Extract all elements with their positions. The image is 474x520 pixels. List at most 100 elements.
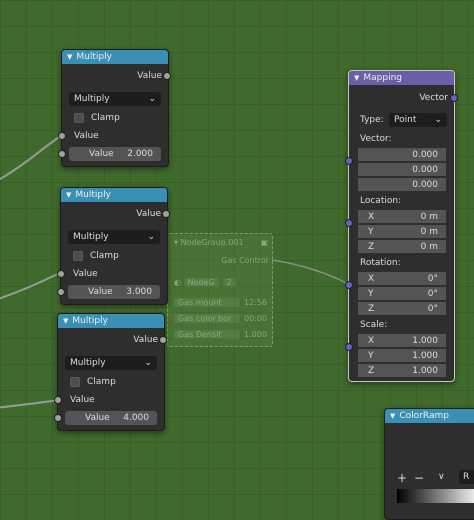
remove-stop-button[interactable]: − — [414, 471, 424, 485]
input-socket[interactable] — [345, 343, 353, 351]
ghost-input-value[interactable]: 12:56 — [244, 298, 267, 307]
ghost-datablock-name[interactable]: NodeG — [183, 277, 219, 287]
rotation-x-field[interactable]: X 0° — [358, 272, 446, 286]
axis-label: Z — [368, 365, 375, 376]
multiply-node-1[interactable]: ▼ Multiply Value Multiply ⌄ Clamp Value … — [58, 49, 171, 167]
node-header[interactable]: ▼ Multiply — [62, 50, 168, 64]
field-value: 0° — [427, 273, 438, 284]
type-dropdown[interactable]: Point ⌄ — [389, 113, 447, 127]
scale-x-field[interactable]: X 1.000 — [358, 334, 446, 348]
axis-label: Y — [368, 288, 374, 299]
node-group-ghost[interactable]: ▾ NodeGroup.001 ▣ Gas Control ◐ NodeG 2 … — [167, 233, 273, 347]
output-socket[interactable] — [162, 210, 170, 218]
rotation-z-field[interactable]: Z 0° — [358, 302, 446, 316]
clamp-checkbox[interactable]: Clamp — [70, 375, 158, 389]
input-label: Value — [70, 395, 95, 405]
location-x-field[interactable]: X 0 m — [358, 210, 446, 224]
operation-dropdown[interactable]: Multiply ⌄ — [65, 356, 157, 370]
color-ramp-gradient[interactable] — [397, 489, 474, 503]
axis-label: Z — [368, 303, 375, 314]
scale-z-field[interactable]: Z 1.000 — [358, 364, 446, 378]
chevron-down-icon[interactable]: ▼ — [390, 412, 395, 420]
node-title: Multiply — [75, 190, 111, 200]
input-socket[interactable] — [345, 281, 353, 289]
rotation-y-field[interactable]: Y 0° — [358, 287, 446, 301]
value-label: Value — [88, 287, 113, 297]
ghost-title: NodeGroup.001 — [180, 237, 244, 247]
operation-value: Multiply — [74, 94, 110, 104]
checkbox-icon[interactable] — [70, 377, 80, 387]
chevron-down-icon: ⌄ — [148, 94, 156, 104]
ghost-input-value[interactable]: 1.000 — [244, 330, 267, 339]
chevron-down-icon: ⌄ — [434, 115, 442, 125]
field-value: 0.000 — [412, 179, 438, 190]
add-stop-button[interactable]: + — [397, 471, 407, 485]
node-title: Multiply — [76, 52, 112, 62]
node-header[interactable]: ▼ ColorRamp — [385, 409, 474, 423]
ghost-output-label: Gas Control — [221, 255, 268, 265]
value-field[interactable]: Value 3.000 — [68, 285, 160, 299]
multiply-node-3[interactable]: ▼ Multiply Value Multiply ⌄ Clamp Value … — [54, 313, 167, 431]
input-socket[interactable] — [54, 414, 62, 422]
axis-label: Z — [368, 241, 375, 252]
operation-value: Multiply — [73, 232, 109, 242]
input-socket[interactable] — [58, 150, 66, 158]
clamp-checkbox[interactable]: Clamp — [74, 111, 162, 125]
input-socket[interactable] — [58, 132, 66, 140]
mapping-node[interactable]: ▼ Mapping Vector Type: Point ⌄ Vector: 0… — [345, 70, 458, 382]
value-field[interactable]: Value 4.000 — [65, 411, 157, 425]
input-socket[interactable] — [54, 396, 62, 404]
input-socket[interactable] — [57, 270, 65, 278]
chevron-down-icon[interactable]: ▼ — [354, 74, 359, 82]
node-group-icon: ▣ — [260, 237, 268, 247]
input-label: Value — [73, 269, 98, 279]
location-y-field[interactable]: Y 0 m — [358, 225, 446, 239]
axis-label: Y — [368, 350, 374, 361]
ghost-datablock[interactable]: ◐ NodeG 2 — [174, 276, 268, 288]
output-label: Value — [137, 71, 162, 81]
vector-y-field[interactable]: 0.000 — [358, 163, 446, 177]
input-socket[interactable] — [345, 219, 353, 227]
interpolation-dropdown[interactable]: R — [459, 470, 474, 484]
ghost-input-label: Gas Densit — [174, 329, 240, 339]
operation-value: Multiply — [70, 358, 106, 368]
operation-dropdown[interactable]: Multiply ⌄ — [68, 230, 160, 244]
ghost-input-label: Gas mount — [174, 297, 240, 307]
location-z-field[interactable]: Z 0 m — [358, 240, 446, 254]
value-field[interactable]: Value 2.000 — [69, 147, 161, 161]
node-title: ColorRamp — [399, 411, 449, 421]
ghost-input-value[interactable]: 00:00 — [244, 314, 267, 323]
chevron-down-icon[interactable]: ▼ — [66, 191, 71, 199]
node-header[interactable]: ▼ Multiply — [61, 188, 167, 202]
clamp-checkbox[interactable]: Clamp — [73, 249, 161, 263]
scale-y-field[interactable]: Y 1.000 — [358, 349, 446, 363]
value-label: Value — [89, 149, 114, 159]
input-socket[interactable] — [57, 288, 65, 296]
scale-label: Scale: — [360, 320, 388, 330]
multiply-node-2[interactable]: ▼ Multiply Value Multiply ⌄ Clamp Value … — [57, 187, 170, 305]
ghost-user-count: 2 — [222, 277, 236, 287]
operation-dropdown[interactable]: Multiply ⌄ — [69, 92, 161, 106]
chevron-down-icon[interactable]: ▼ — [63, 317, 68, 325]
output-socket[interactable] — [159, 336, 167, 344]
axis-label: X — [368, 211, 375, 222]
vector-x-field[interactable]: 0.000 — [358, 148, 446, 162]
vector-z-field[interactable]: 0.000 — [358, 178, 446, 192]
chevron-down-icon[interactable]: ∨ — [438, 472, 445, 482]
clamp-label: Clamp — [91, 113, 120, 123]
node-header[interactable]: ▼ Mapping — [349, 71, 454, 85]
checkbox-icon[interactable] — [74, 113, 84, 123]
field-value: 0° — [427, 303, 438, 314]
value-label: Value — [85, 413, 110, 423]
chevron-down-icon[interactable]: ▼ — [67, 53, 72, 61]
input-socket[interactable] — [345, 157, 353, 165]
field-value: 1.000 — [412, 365, 438, 376]
rotation-label: Rotation: — [360, 258, 401, 268]
colorramp-node[interactable]: ▼ ColorRamp + − ∨ R — [384, 408, 474, 520]
output-socket[interactable] — [163, 72, 171, 80]
checkbox-icon[interactable] — [73, 251, 83, 261]
node-title: Mapping — [363, 73, 403, 83]
clamp-label: Clamp — [87, 377, 116, 387]
node-header[interactable]: ▼ Multiply — [58, 314, 164, 328]
output-socket[interactable] — [450, 94, 458, 102]
